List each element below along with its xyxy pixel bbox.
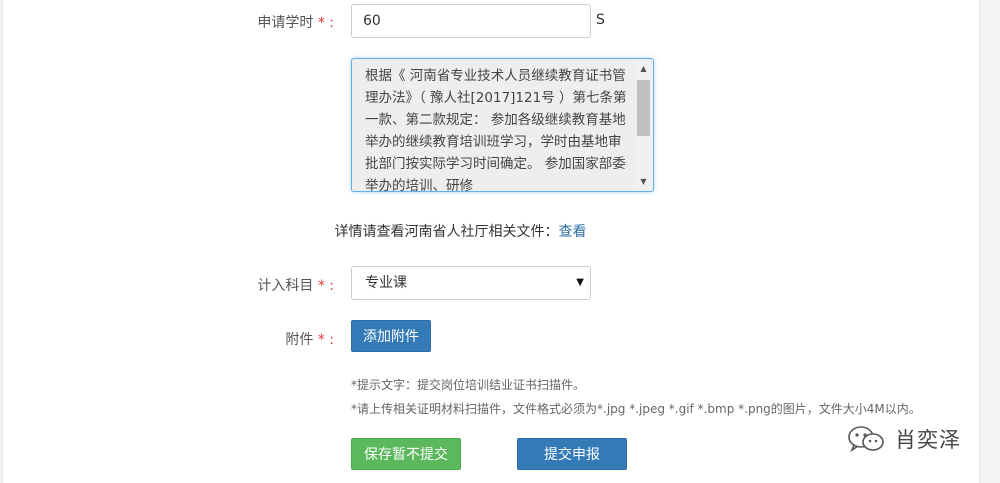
hours-unit: S — [596, 12, 605, 28]
view-link[interactable]: 查看 — [559, 224, 587, 240]
hours-input[interactable]: 60 — [351, 4, 591, 38]
hint-line-1: *提示文字：提交岗位培训结业证书扫描件。 — [351, 378, 586, 392]
attachment-label-text: 附件 — [285, 332, 314, 348]
scroll-down-icon[interactable]: ▼ — [635, 173, 652, 190]
textarea-scrollbar[interactable]: ▲ ▼ — [635, 60, 652, 190]
save-draft-button[interactable]: 保存暂不提交 — [351, 438, 461, 470]
subject-select[interactable]: 专业课 ▼ — [351, 266, 591, 300]
detail-line: 详情请查看河南省人社厅相关文件：查看 — [3, 221, 918, 241]
regulation-text: 根据《 河南省专业技术人员继续教育证书管理办法》（ 豫人社[2017]121号 … — [365, 68, 627, 192]
regulation-textarea[interactable]: 根据《 河南省专业技术人员继续教育证书管理办法》（ 豫人社[2017]121号 … — [351, 58, 654, 192]
watermark-text: 肖奕泽 — [895, 428, 961, 452]
subject-label: 计入科目 * : — [134, 275, 334, 295]
wechat-icon — [848, 426, 884, 453]
subject-selected-value: 专业课 — [365, 275, 407, 291]
add-attachment-button[interactable]: 添加附件 — [351, 320, 431, 352]
detail-text: 详情请查看河南省人社厅相关文件： — [334, 224, 559, 240]
required-mark: * : — [313, 278, 334, 294]
scroll-thumb[interactable] — [637, 80, 650, 136]
hint-line-2: *请上传相关证明材料扫描件，文件格式必须为*.jpg *.jpeg *.gif … — [351, 402, 921, 416]
submit-button[interactable]: 提交申报 — [517, 438, 627, 470]
required-mark: * : — [313, 332, 334, 348]
form-panel: 申请学时 * : 60 S 根据《 河南省专业技术人员继续教育证书管理办法》（ … — [2, 0, 980, 483]
subject-label-text: 计入科目 — [257, 278, 314, 294]
dropdown-caret-icon: ▼ — [576, 277, 584, 288]
required-mark: * : — [313, 15, 334, 31]
attachment-label: 附件 * : — [134, 329, 334, 349]
hours-label-text: 申请学时 — [257, 15, 314, 31]
watermark: 肖奕泽 — [847, 422, 961, 456]
hours-label: 申请学时 * : — [134, 12, 334, 32]
scroll-up-icon[interactable]: ▲ — [635, 60, 652, 77]
